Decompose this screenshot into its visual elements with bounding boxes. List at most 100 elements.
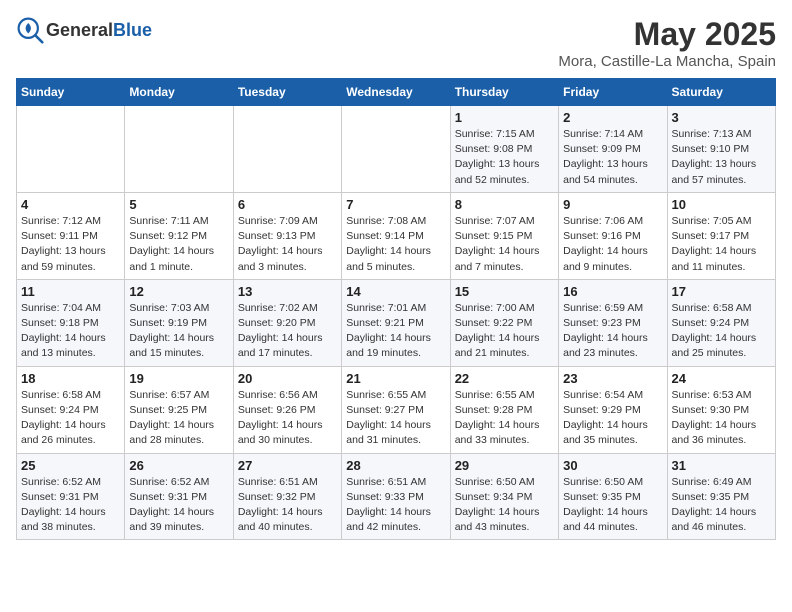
day-info: Sunrise: 7:04 AM Sunset: 9:18 PM Dayligh… (21, 301, 120, 362)
calendar-day-cell: 8Sunrise: 7:07 AM Sunset: 9:15 PM Daylig… (450, 192, 558, 279)
day-info: Sunrise: 7:05 AM Sunset: 9:17 PM Dayligh… (672, 214, 771, 275)
calendar-day-cell: 4 Sunrise: 7:12 AM Sunset: 9:11 PM Daylig… (17, 192, 125, 279)
day-number: 31 (672, 458, 771, 473)
calendar-day-cell: 2Sunrise: 7:14 AM Sunset: 9:09 PM Daylig… (559, 106, 667, 193)
weekday-header-row: SundayMondayTuesdayWednesdayThursdayFrid… (17, 79, 776, 106)
day-info: Sunrise: 6:54 AM Sunset: 9:29 PM Dayligh… (563, 388, 662, 449)
calendar-day-cell: 18 Sunrise: 6:58 AM Sunset: 9:24 PM Dayli… (17, 366, 125, 453)
logo: GeneralBlue (16, 16, 152, 44)
day-info: Sunrise: 6:57 AM Sunset: 9:25 PM Dayligh… (129, 388, 228, 449)
day-number: 4 (21, 197, 120, 212)
calendar-day-cell: 10 Sunrise: 7:05 AM Sunset: 9:17 PM Dayli… (667, 192, 775, 279)
day-number: 6 (238, 197, 337, 212)
calendar-day-cell: 28 Sunrise: 6:51 AM Sunset: 9:33 PM Dayli… (342, 453, 450, 540)
calendar-day-cell: 29 Sunrise: 6:50 AM Sunset: 9:34 PM Dayli… (450, 453, 558, 540)
calendar-week-row: 4 Sunrise: 7:12 AM Sunset: 9:11 PM Daylig… (17, 192, 776, 279)
day-info: Sunrise: 6:52 AM Sunset: 9:31 PM Dayligh… (129, 475, 228, 536)
calendar-week-row: 1 Sunrise: 7:15 AM Sunset: 9:08 PM Daylig… (17, 106, 776, 193)
calendar-day-cell (342, 106, 450, 193)
day-number: 7 (346, 197, 445, 212)
logo-icon (16, 16, 44, 44)
calendar-day-cell: 30 Sunrise: 6:50 AM Sunset: 9:35 PM Dayli… (559, 453, 667, 540)
calendar-week-row: 11 Sunrise: 7:04 AM Sunset: 9:18 PM Dayli… (17, 279, 776, 366)
weekday-header-cell: Tuesday (233, 79, 341, 106)
day-info: Sunrise: 7:07 AM Sunset: 9:15 PM Dayligh… (455, 214, 554, 275)
day-info: Sunrise: 6:58 AM Sunset: 9:24 PM Dayligh… (672, 301, 771, 362)
weekday-header-cell: Thursday (450, 79, 558, 106)
calendar-day-cell: 31 Sunrise: 6:49 AM Sunset: 9:35 PM Dayli… (667, 453, 775, 540)
weekday-header-cell: Saturday (667, 79, 775, 106)
weekday-header-cell: Wednesday (342, 79, 450, 106)
day-number: 1 (455, 110, 554, 125)
calendar-day-cell: 21Sunrise: 6:55 AM Sunset: 9:27 PM Dayli… (342, 366, 450, 453)
calendar-table: SundayMondayTuesdayWednesdayThursdayFrid… (16, 78, 776, 540)
day-info: Sunrise: 7:06 AM Sunset: 9:16 PM Dayligh… (563, 214, 662, 275)
calendar-day-cell: 3 Sunrise: 7:13 AM Sunset: 9:10 PM Daylig… (667, 106, 775, 193)
day-info: Sunrise: 7:12 AM Sunset: 9:11 PM Dayligh… (21, 214, 120, 275)
day-number: 24 (672, 371, 771, 386)
day-info: Sunrise: 6:50 AM Sunset: 9:35 PM Dayligh… (563, 475, 662, 536)
day-info: Sunrise: 7:11 AM Sunset: 9:12 PM Dayligh… (129, 214, 228, 275)
day-number: 26 (129, 458, 228, 473)
logo-general: General (46, 20, 113, 40)
calendar-day-cell: 27 Sunrise: 6:51 AM Sunset: 9:32 PM Dayli… (233, 453, 341, 540)
weekday-header-cell: Monday (125, 79, 233, 106)
day-number: 19 (129, 371, 228, 386)
day-number: 15 (455, 284, 554, 299)
header: GeneralBlue May 2025 Mora, Castille-La M… (16, 16, 776, 70)
calendar-day-cell: 7 Sunrise: 7:08 AM Sunset: 9:14 PM Daylig… (342, 192, 450, 279)
day-info: Sunrise: 7:08 AM Sunset: 9:14 PM Dayligh… (346, 214, 445, 275)
day-info: Sunrise: 7:13 AM Sunset: 9:10 PM Dayligh… (672, 127, 771, 188)
day-info: Sunrise: 7:00 AM Sunset: 9:22 PM Dayligh… (455, 301, 554, 362)
day-number: 13 (238, 284, 337, 299)
calendar-day-cell: 26 Sunrise: 6:52 AM Sunset: 9:31 PM Dayli… (125, 453, 233, 540)
day-number: 27 (238, 458, 337, 473)
day-number: 23 (563, 371, 662, 386)
day-info: Sunrise: 6:49 AM Sunset: 9:35 PM Dayligh… (672, 475, 771, 536)
day-number: 10 (672, 197, 771, 212)
main-title: May 2025 (558, 16, 776, 53)
calendar-day-cell: 17 Sunrise: 6:58 AM Sunset: 9:24 PM Dayli… (667, 279, 775, 366)
calendar-day-cell: 24 Sunrise: 6:53 AM Sunset: 9:30 PM Dayli… (667, 366, 775, 453)
day-number: 17 (672, 284, 771, 299)
day-number: 2 (563, 110, 662, 125)
day-info: Sunrise: 7:01 AM Sunset: 9:21 PM Dayligh… (346, 301, 445, 362)
subtitle: Mora, Castille-La Mancha, Spain (558, 53, 776, 70)
calendar-day-cell: 15 Sunrise: 7:00 AM Sunset: 9:22 PM Dayli… (450, 279, 558, 366)
calendar-day-cell: 20Sunrise: 6:56 AM Sunset: 9:26 PM Dayli… (233, 366, 341, 453)
day-info: Sunrise: 6:53 AM Sunset: 9:30 PM Dayligh… (672, 388, 771, 449)
day-info: Sunrise: 6:58 AM Sunset: 9:24 PM Dayligh… (21, 388, 120, 449)
day-number: 12 (129, 284, 228, 299)
day-info: Sunrise: 6:55 AM Sunset: 9:27 PM Dayligh… (346, 388, 445, 449)
day-number: 25 (21, 458, 120, 473)
calendar-day-cell: 14Sunrise: 7:01 AM Sunset: 9:21 PM Dayli… (342, 279, 450, 366)
day-info: Sunrise: 6:50 AM Sunset: 9:34 PM Dayligh… (455, 475, 554, 536)
calendar-day-cell: 5Sunrise: 7:11 AM Sunset: 9:12 PM Daylig… (125, 192, 233, 279)
calendar-day-cell: 16Sunrise: 6:59 AM Sunset: 9:23 PM Dayli… (559, 279, 667, 366)
day-info: Sunrise: 7:15 AM Sunset: 9:08 PM Dayligh… (455, 127, 554, 188)
calendar-day-cell (17, 106, 125, 193)
calendar-day-cell: 25 Sunrise: 6:52 AM Sunset: 9:31 PM Dayli… (17, 453, 125, 540)
day-info: Sunrise: 6:59 AM Sunset: 9:23 PM Dayligh… (563, 301, 662, 362)
day-info: Sunrise: 6:52 AM Sunset: 9:31 PM Dayligh… (21, 475, 120, 536)
calendar-day-cell: 22Sunrise: 6:55 AM Sunset: 9:28 PM Dayli… (450, 366, 558, 453)
calendar-day-cell: 11 Sunrise: 7:04 AM Sunset: 9:18 PM Dayli… (17, 279, 125, 366)
calendar-week-row: 25 Sunrise: 6:52 AM Sunset: 9:31 PM Dayli… (17, 453, 776, 540)
day-info: Sunrise: 6:51 AM Sunset: 9:32 PM Dayligh… (238, 475, 337, 536)
day-number: 28 (346, 458, 445, 473)
day-info: Sunrise: 7:02 AM Sunset: 9:20 PM Dayligh… (238, 301, 337, 362)
day-number: 9 (563, 197, 662, 212)
calendar-day-cell (233, 106, 341, 193)
day-number: 18 (21, 371, 120, 386)
day-number: 3 (672, 110, 771, 125)
calendar-day-cell: 12Sunrise: 7:03 AM Sunset: 9:19 PM Dayli… (125, 279, 233, 366)
day-number: 30 (563, 458, 662, 473)
day-number: 29 (455, 458, 554, 473)
day-info: Sunrise: 7:09 AM Sunset: 9:13 PM Dayligh… (238, 214, 337, 275)
logo-blue: Blue (113, 20, 152, 40)
day-number: 11 (21, 284, 120, 299)
calendar-body: 1 Sunrise: 7:15 AM Sunset: 9:08 PM Daylig… (17, 106, 776, 540)
day-info: Sunrise: 6:51 AM Sunset: 9:33 PM Dayligh… (346, 475, 445, 536)
calendar-day-cell: 19 Sunrise: 6:57 AM Sunset: 9:25 PM Dayli… (125, 366, 233, 453)
day-info: Sunrise: 6:56 AM Sunset: 9:26 PM Dayligh… (238, 388, 337, 449)
